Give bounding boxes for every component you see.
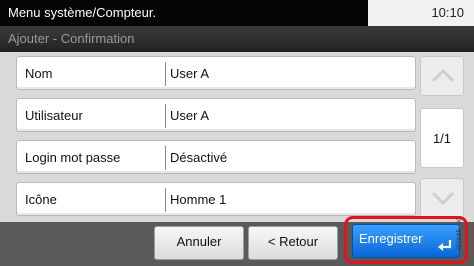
item-label: Login mot passe	[25, 150, 121, 165]
item-value: Homme 1	[170, 192, 227, 207]
chevron-down-icon	[431, 191, 455, 206]
item-label: Icône	[25, 192, 57, 207]
touch-panel-screen: Menu système/Compteur. 10:10 Ajouter - C…	[0, 0, 474, 266]
page-title: Menu système/Compteur.	[0, 0, 368, 26]
page-indicator: 1/1	[420, 108, 464, 168]
back-button[interactable]: < Retour	[248, 226, 338, 260]
figure-code: G0085_00	[457, 206, 474, 262]
clock: 10:10	[368, 0, 474, 26]
list-item-utilisateur[interactable]: Utilisateur User A	[16, 98, 416, 132]
item-label: Utilisateur	[25, 108, 83, 123]
cancel-button[interactable]: Annuler	[154, 226, 244, 260]
screen-subtitle: Ajouter - Confirmation	[0, 26, 474, 52]
chevron-up-icon	[431, 68, 455, 83]
item-value: User A	[170, 66, 210, 81]
divider	[165, 146, 166, 170]
confirmation-list: Nom User A Utilisateur User A Login mot …	[0, 52, 474, 222]
item-label: Nom	[25, 66, 53, 81]
divider	[165, 62, 166, 86]
scroll-down-button[interactable]	[420, 178, 464, 218]
scroll-up-button[interactable]	[420, 56, 464, 96]
save-button[interactable]: Enregistrer	[352, 224, 460, 258]
scrollbar: 1/1	[420, 52, 464, 222]
figure-code-text: G0085_00	[457, 216, 464, 250]
item-value: Désactivé	[170, 150, 228, 165]
save-button-label: Enregistrer	[359, 231, 423, 246]
enter-return-icon	[438, 240, 452, 251]
item-value: User A	[170, 108, 210, 123]
header: Menu système/Compteur. 10:10 Ajouter - C…	[0, 0, 474, 52]
list-item-nom[interactable]: Nom User A	[16, 56, 416, 90]
divider	[165, 104, 166, 128]
list-item-login-mot-passe[interactable]: Login mot passe Désactivé	[16, 140, 416, 174]
divider	[165, 188, 166, 212]
list-item-icone[interactable]: Icône Homme 1	[16, 182, 416, 216]
